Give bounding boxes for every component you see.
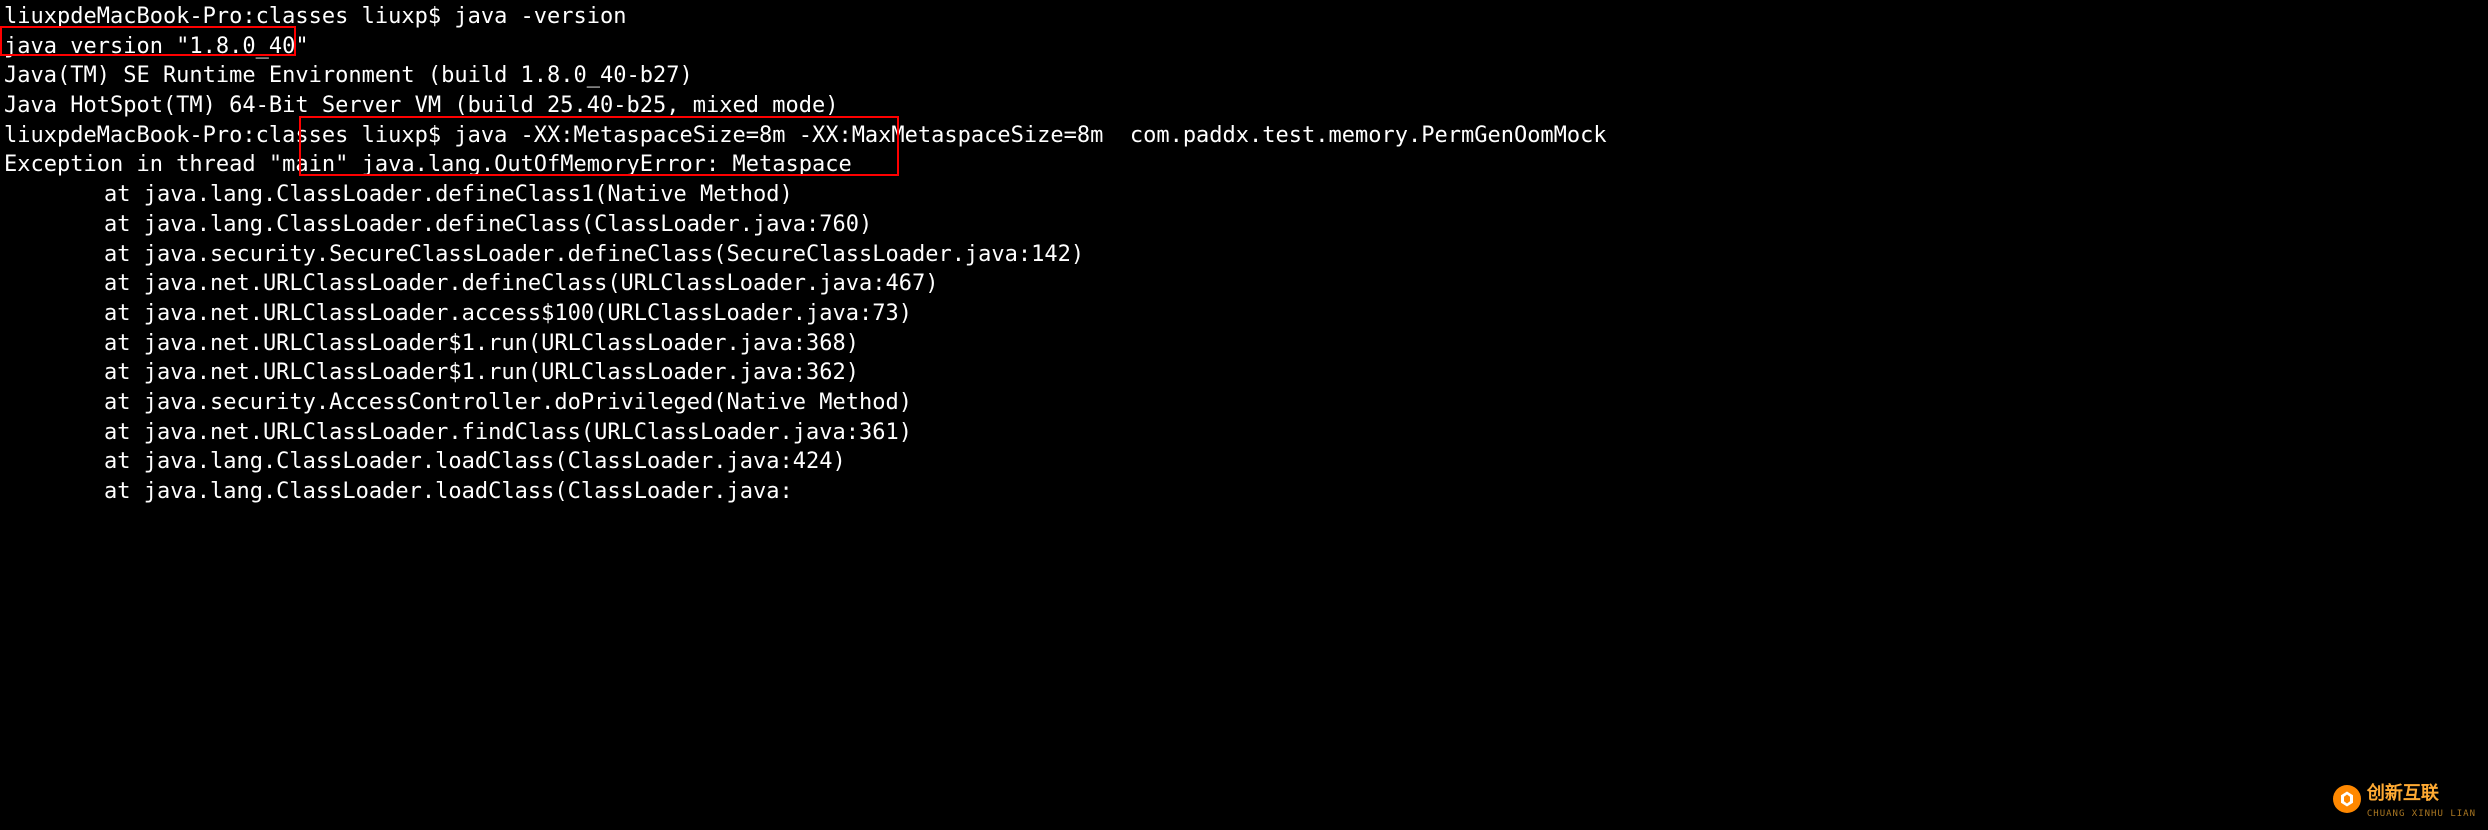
stack-trace-line: at java.security.AccessController.doPriv… [4, 388, 2484, 418]
terminal-line-exception: Exception in thread "main" java.lang.Out… [4, 150, 2484, 180]
stack-trace-line: at java.security.SecureClassLoader.defin… [4, 240, 2484, 270]
terminal-line-prompt: liuxpdeMacBook-Pro:classes liuxp$ java -… [4, 2, 2484, 32]
watermark-text: 创新互联 [2367, 783, 2439, 803]
watermark-subtext: CHUANG XINHU LIAN [2367, 808, 2476, 820]
stack-trace-line: at java.lang.ClassLoader.loadClass(Class… [4, 447, 2484, 477]
terminal-output[interactable]: liuxpdeMacBook-Pro:classes liuxp$ java -… [4, 2, 2484, 507]
stack-trace-line: at java.net.URLClassLoader$1.run(URLClas… [4, 358, 2484, 388]
watermark: 创新互联 CHUANG XINHU LIAN [2333, 778, 2476, 820]
stack-trace-line: at java.net.URLClassLoader.access$100(UR… [4, 299, 2484, 329]
stack-trace-line: at java.net.URLClassLoader$1.run(URLClas… [4, 329, 2484, 359]
stack-trace-line: at java.lang.ClassLoader.defineClass1(Na… [4, 180, 2484, 210]
stack-trace-line: at java.net.URLClassLoader.defineClass(U… [4, 269, 2484, 299]
terminal-line-version: java version "1.8.0_40" [4, 32, 2484, 62]
terminal-line-runtime: Java(TM) SE Runtime Environment (build 1… [4, 61, 2484, 91]
stack-trace-line: at java.lang.ClassLoader.defineClass(Cla… [4, 210, 2484, 240]
watermark-logo-icon [2333, 785, 2361, 813]
stack-trace-line: at java.lang.ClassLoader.loadClass(Class… [4, 477, 2484, 507]
terminal-line-hotspot: Java HotSpot(TM) 64-Bit Server VM (build… [4, 91, 2484, 121]
terminal-line-command: liuxpdeMacBook-Pro:classes liuxp$ java -… [4, 121, 2484, 151]
stack-trace-line: at java.net.URLClassLoader.findClass(URL… [4, 418, 2484, 448]
